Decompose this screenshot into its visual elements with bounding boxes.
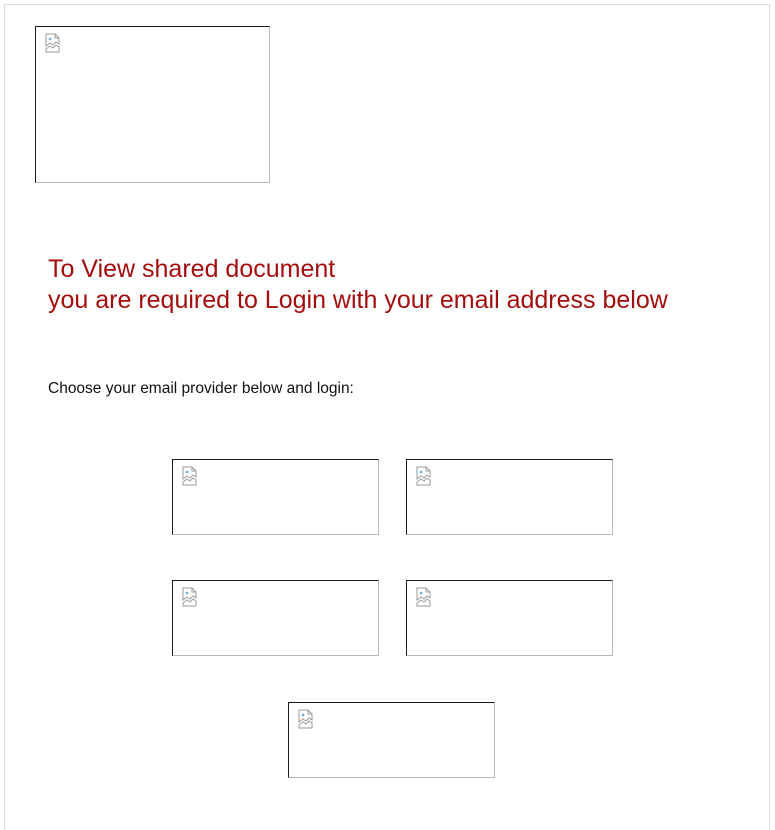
broken-image-icon [416, 587, 431, 607]
email-provider-button-2[interactable] [406, 459, 613, 535]
broken-image-icon [416, 466, 431, 486]
page-headline: To View shared document you are required… [48, 254, 668, 316]
email-provider-button-4[interactable] [406, 580, 613, 656]
broken-image-icon [45, 33, 60, 53]
email-provider-button-5[interactable] [288, 702, 495, 778]
broken-image-icon [182, 466, 197, 486]
headline-line-2: you are required to Login with your emai… [48, 286, 668, 314]
logo-image [35, 26, 270, 183]
broken-image-icon [182, 587, 197, 607]
broken-image-icon [298, 709, 313, 729]
email-provider-button-1[interactable] [172, 459, 379, 535]
email-provider-button-3[interactable] [172, 580, 379, 656]
page: To View shared document you are required… [0, 0, 775, 830]
headline-line-1: To View shared document [48, 255, 336, 283]
provider-instruction: Choose your email provider below and log… [48, 380, 354, 397]
